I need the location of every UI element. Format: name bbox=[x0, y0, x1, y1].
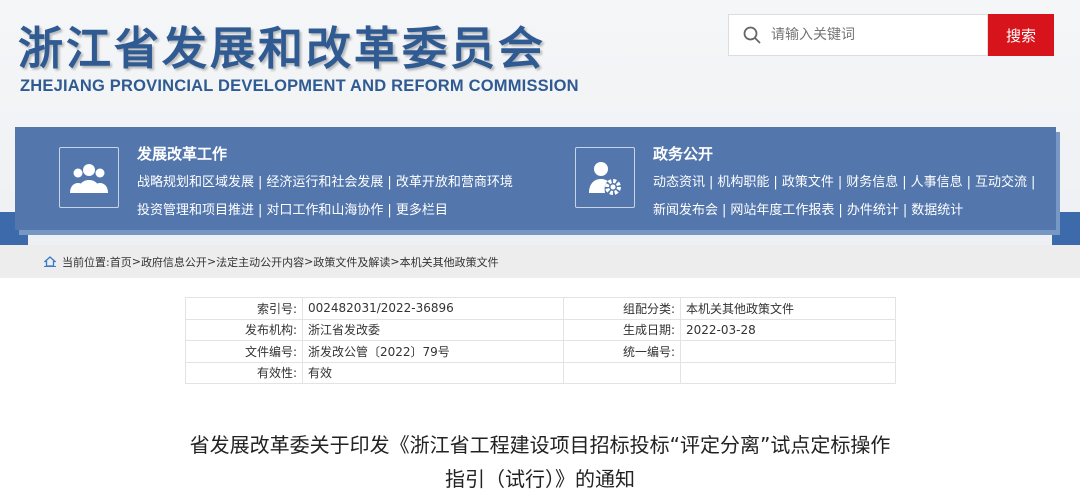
meta-label bbox=[563, 361, 681, 384]
meta-value: 本机关其他政策文件 bbox=[680, 297, 896, 320]
table-row: 文件编号: 浙发改公管〔2022〕79号 统一编号: bbox=[185, 340, 896, 363]
nav-link[interactable]: 动态资讯 bbox=[653, 175, 705, 190]
meta-label: 生成日期: bbox=[563, 318, 681, 341]
breadcrumb-link-home[interactable]: 首页 bbox=[110, 254, 132, 270]
site-logo-en: ZHEJIANG PROVINCIAL DEVELOPMENT AND REFO… bbox=[20, 77, 579, 95]
people-group-icon[interactable] bbox=[59, 147, 119, 208]
breadcrumb: 当前位置: 首页 > 政府信息公开 > 法定主动公开内容 > 政策文件及解读 > 本机关其他政策… bbox=[0, 245, 1080, 278]
breadcrumb-link[interactable]: 法定主动公开内容 bbox=[216, 254, 304, 270]
meta-value: 浙发改公管〔2022〕79号 bbox=[302, 340, 564, 363]
meta-value: 002482031/2022-36896 bbox=[302, 297, 564, 320]
meta-value bbox=[680, 361, 896, 384]
breadcrumb-link[interactable]: 本机关其他政策文件 bbox=[400, 254, 499, 270]
meta-value bbox=[680, 340, 896, 363]
search-icon bbox=[743, 26, 761, 44]
meta-label: 索引号: bbox=[185, 297, 303, 320]
nav-link[interactable]: 改革开放和营商环境 bbox=[396, 175, 513, 190]
nav-link[interactable]: 互动交流 bbox=[975, 175, 1027, 190]
breadcrumb-link[interactable]: 政策文件及解读 bbox=[313, 254, 390, 270]
home-icon bbox=[44, 256, 56, 267]
document-title-line: 省发展改革委关于印发《浙江省工程建设项目招标投标“评定分离”试点定标操作 bbox=[189, 433, 891, 457]
nav-link[interactable]: 财务信息 bbox=[846, 175, 898, 190]
nav-section-title[interactable]: 发展改革工作 bbox=[137, 143, 227, 164]
nav-section-title[interactable]: 政务公开 bbox=[653, 143, 713, 164]
nav-panel: 发展改革工作 战略规划和区域发展 | 经济运行和社会发展 | 改革开放和营商环境 投资管… bbox=[15, 127, 1056, 230]
nav-link[interactable]: 战略规划和区域发展 bbox=[137, 175, 254, 190]
meta-value: 有效 bbox=[302, 361, 564, 384]
nav-link[interactable]: 机构职能 bbox=[717, 175, 769, 190]
meta-label: 发布机构: bbox=[185, 318, 303, 341]
meta-value: 2022-03-28 bbox=[680, 318, 896, 341]
nav-link[interactable]: 更多栏目 bbox=[396, 203, 448, 218]
search-field bbox=[728, 14, 988, 56]
nav-link[interactable]: 数据统计 bbox=[911, 203, 963, 218]
document-meta-table: 索引号: 002482031/2022-36896 组配分类: 本机关其他政策文件 发… bbox=[185, 297, 896, 384]
nav-link[interactable]: 办件统计 bbox=[847, 203, 899, 218]
document-title-line: 指引（试行）》的通知 bbox=[445, 467, 635, 491]
search-input[interactable] bbox=[771, 27, 961, 43]
decor-strip-right bbox=[1052, 212, 1080, 245]
nav-link[interactable]: 经济运行和社会发展 bbox=[266, 175, 383, 190]
site-logo-cn[interactable]: 浙江省发展和改革委员会 bbox=[18, 12, 546, 77]
document-title: 省发展改革委关于印发《浙江省工程建设项目招标投标“评定分离”试点定标操作 指引（… bbox=[0, 428, 1080, 496]
user-gear-icon[interactable] bbox=[575, 147, 635, 208]
table-row: 发布机构: 浙江省发改委 生成日期: 2022-03-28 bbox=[185, 318, 896, 341]
nav-link[interactable]: 投资管理和项目推进 bbox=[137, 203, 254, 218]
breadcrumb-label: 当前位置: bbox=[62, 255, 110, 269]
search-button[interactable]: 搜索 bbox=[988, 14, 1054, 56]
meta-value: 浙江省发改委 bbox=[302, 318, 564, 341]
nav-link[interactable]: 对口工作和山海协作 bbox=[266, 203, 383, 218]
table-row: 索引号: 002482031/2022-36896 组配分类: 本机关其他政策文件 bbox=[185, 297, 896, 320]
meta-label: 有效性: bbox=[185, 361, 303, 384]
search-bar: 搜索 bbox=[728, 14, 1054, 56]
meta-label: 统一编号: bbox=[563, 340, 681, 363]
nav-link[interactable]: 人事信息 bbox=[911, 175, 963, 190]
nav-link[interactable]: 政策文件 bbox=[782, 175, 834, 190]
breadcrumb-link[interactable]: 政府信息公开 bbox=[141, 254, 207, 270]
meta-label: 组配分类: bbox=[563, 297, 681, 320]
table-row: 有效性: 有效 bbox=[185, 361, 896, 384]
nav-link[interactable]: 网站年度工作报表 bbox=[730, 203, 834, 218]
meta-label: 文件编号: bbox=[185, 340, 303, 363]
nav-link[interactable]: 新闻发布会 bbox=[653, 203, 718, 218]
